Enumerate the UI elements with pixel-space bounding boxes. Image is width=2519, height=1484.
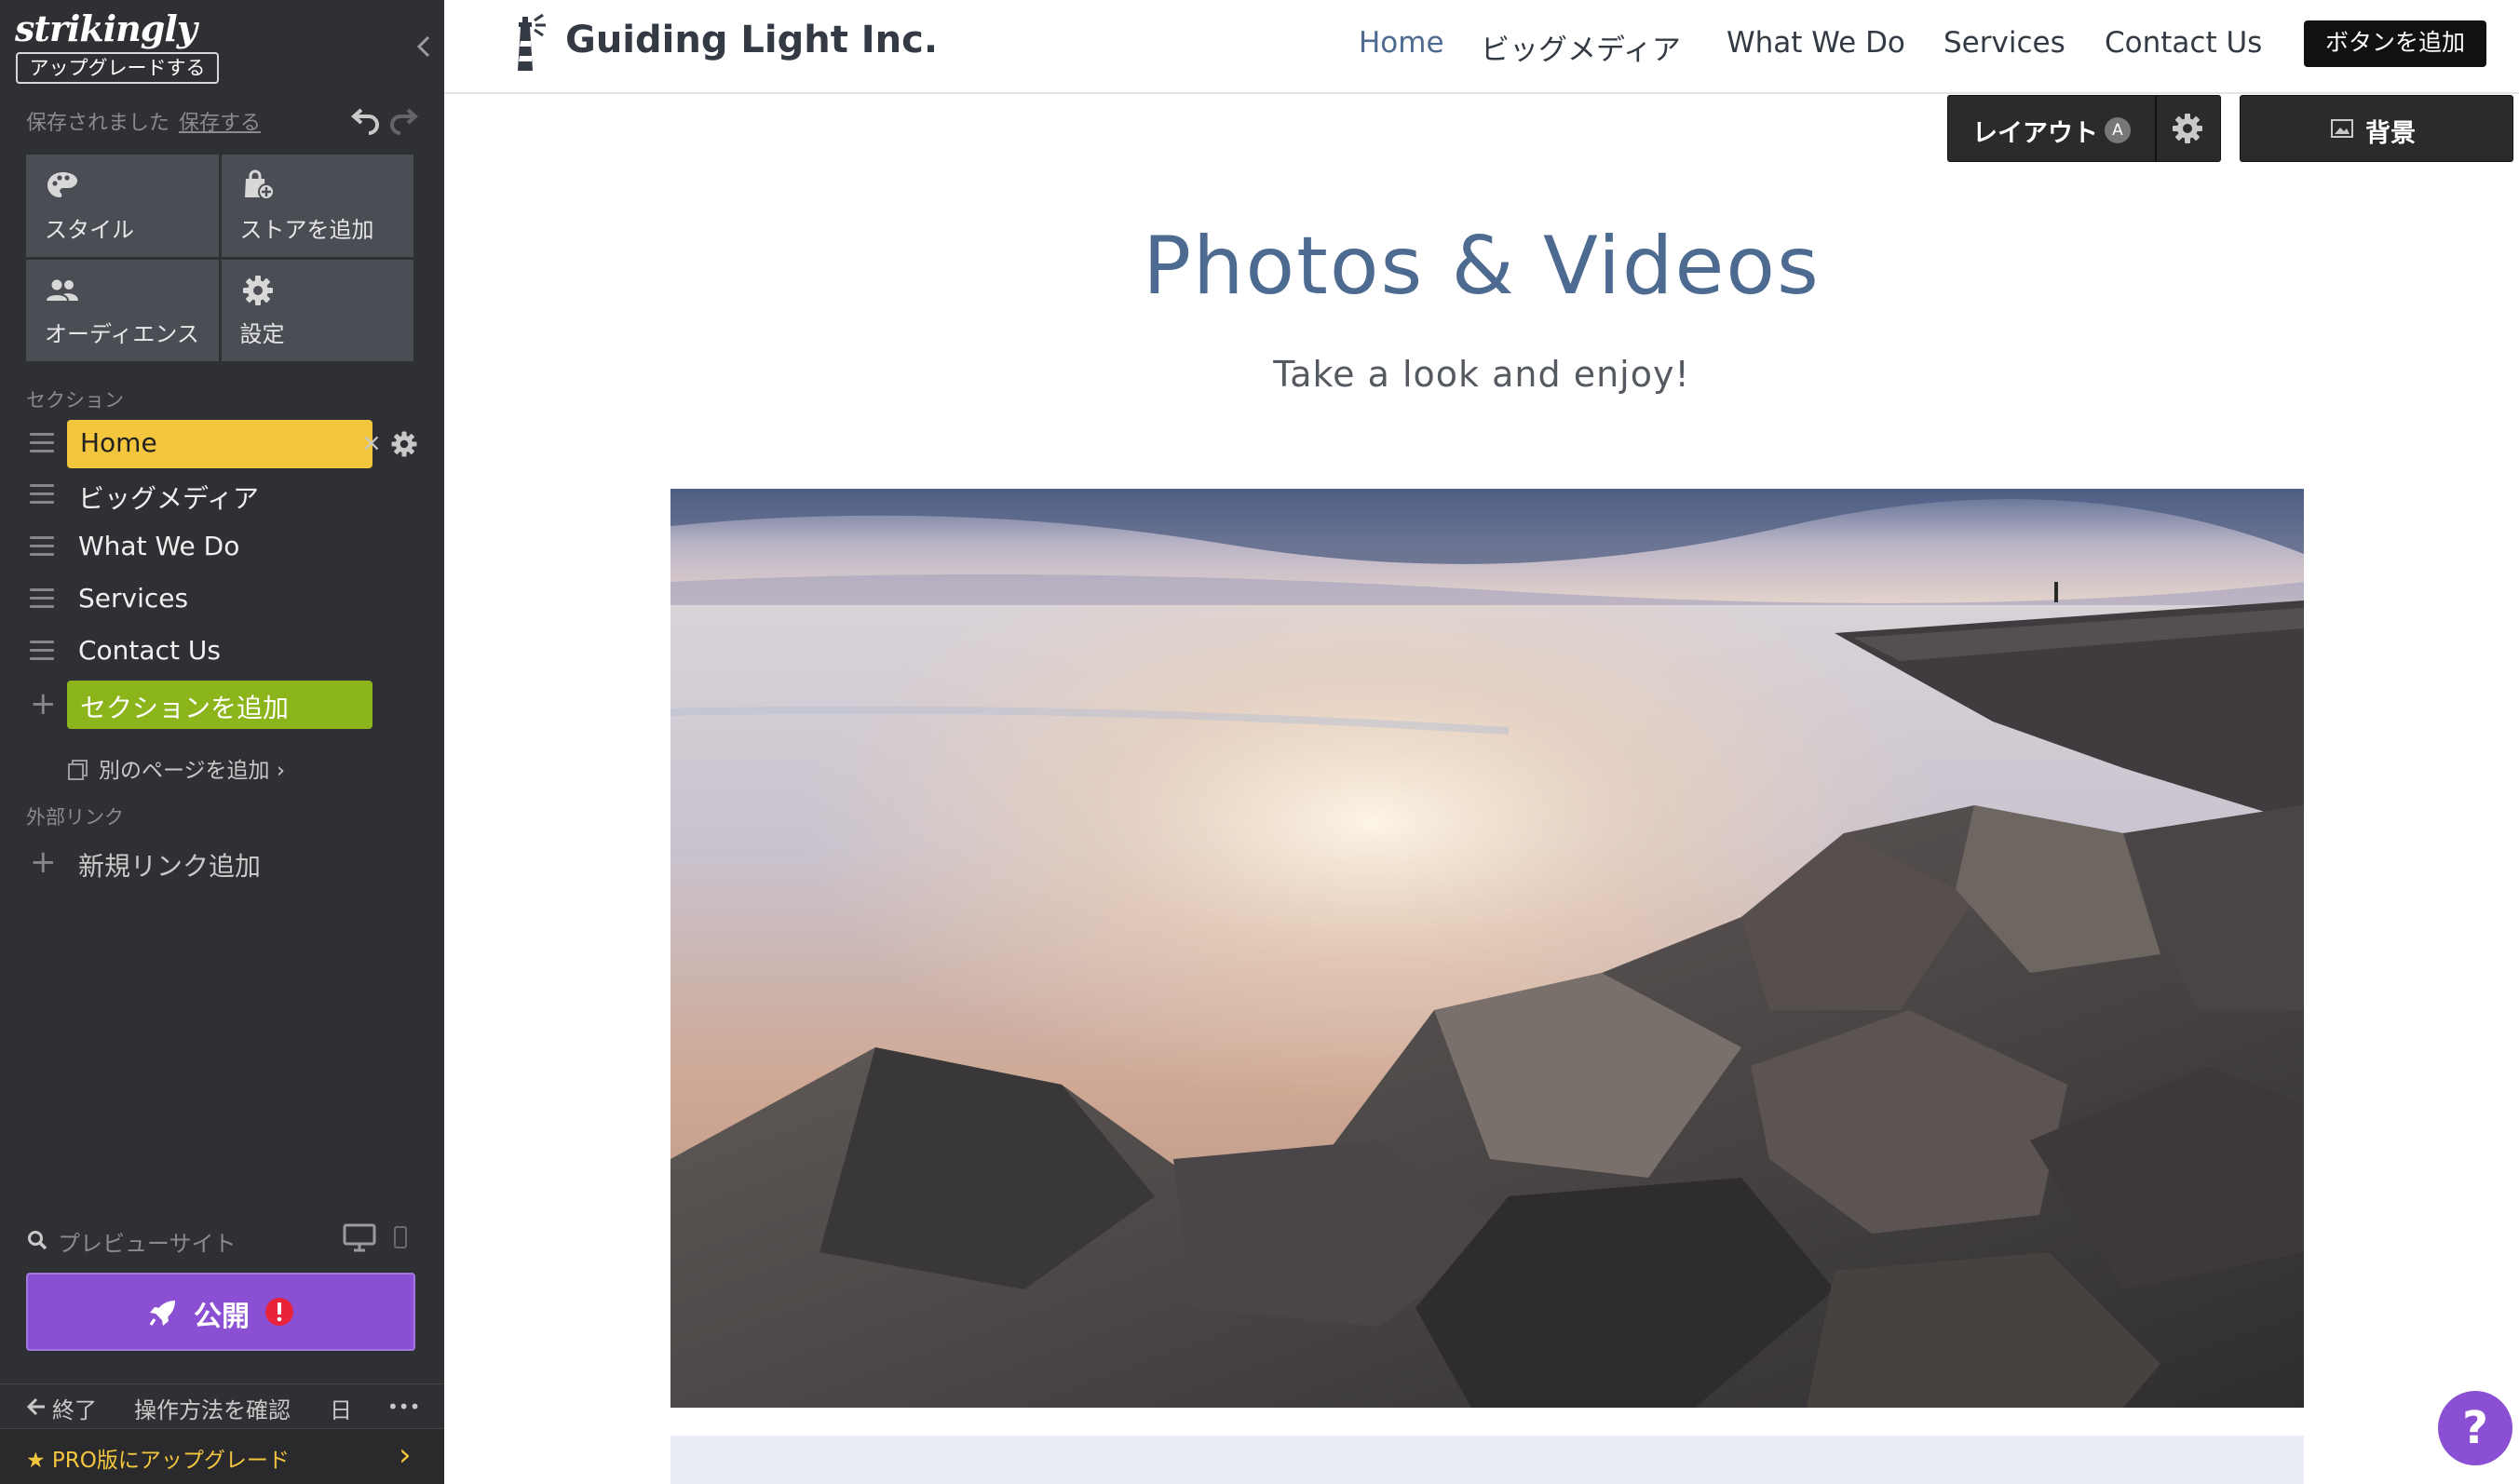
section-item-what-we-do[interactable]: What We Do — [26, 523, 417, 572]
drag-handle-icon[interactable] — [30, 588, 54, 609]
image-icon — [2331, 119, 2353, 138]
settings-label: 設定 — [239, 321, 285, 347]
help-link[interactable]: 操作方法を確認 — [134, 1392, 291, 1424]
add-store-label: ストアを追加 — [239, 216, 374, 243]
section-item-home[interactable]: Home × — [26, 420, 417, 468]
plus-icon: + — [30, 685, 57, 722]
section-item-contact-us[interactable]: Contact Us — [26, 627, 417, 676]
section-title[interactable]: Photos & Videos — [444, 220, 2519, 313]
more-options-icon[interactable]: ••• — [387, 1396, 420, 1418]
section-label: ビッグメディア — [78, 483, 260, 514]
drag-handle-icon[interactable] — [30, 433, 54, 453]
mobile-icon[interactable] — [393, 1225, 408, 1249]
section-settings-icon[interactable] — [389, 429, 419, 459]
publish-button[interactable]: 公開 — [26, 1273, 415, 1351]
undo-icon[interactable] — [350, 104, 382, 136]
nav-link-what-we-do[interactable]: What We Do — [1727, 26, 1905, 60]
redo-icon[interactable] — [387, 104, 419, 136]
gear-icon — [242, 275, 273, 305]
chevron-right-icon: › — [399, 1437, 412, 1474]
add-page-link[interactable]: 別のページを追加 › — [67, 752, 285, 784]
collapse-sidebar-icon[interactable] — [410, 28, 436, 65]
section-item-big-media[interactable]: ビッグメディア — [26, 471, 417, 519]
search-icon — [28, 1231, 47, 1250]
tool-tiles: スタイル ストアを追加 オーディエンス 設定 — [26, 155, 413, 361]
upgrade-button[interactable]: アップグレードする — [16, 52, 219, 84]
section-label: What We Do — [78, 531, 240, 561]
background-button[interactable]: 背景 — [2240, 95, 2513, 162]
gallery-thumbnail-strip — [670, 1436, 2304, 1484]
store-bag-icon — [244, 169, 275, 200]
rocket-icon — [149, 1301, 175, 1326]
pages-icon — [68, 760, 88, 780]
site-navbar: Guiding Light Inc. Home ビッグメディア What We … — [444, 0, 2519, 94]
drag-handle-icon[interactable] — [30, 484, 54, 505]
publish-label: 公開 — [194, 1301, 250, 1333]
add-link-row[interactable]: + 新規リンク追加 — [26, 839, 417, 887]
add-section-label: セクションを追加 — [80, 693, 290, 723]
add-button-button[interactable]: ボタンを追加 — [2304, 20, 2486, 67]
palette-icon — [47, 172, 77, 197]
layout-label: レイアウト — [1972, 119, 2098, 148]
preview-site-label: プレビューサイト — [58, 1231, 237, 1257]
delete-section-icon[interactable]: × — [361, 429, 382, 457]
editor-sidebar: strikingly アップグレードする 保存されました 保存する スタイル スト… — [0, 0, 444, 1484]
layout-button[interactable]: レイアウト A — [1947, 95, 2221, 162]
audience-label: オーディエンス — [45, 321, 199, 347]
drag-handle-icon[interactable] — [30, 641, 54, 661]
divider — [2155, 96, 2157, 161]
exit-link[interactable]: 終了 — [52, 1392, 97, 1424]
drag-handle-icon[interactable] — [30, 536, 54, 557]
saved-text: 保存されました — [26, 112, 170, 135]
layout-variant-badge: A — [2105, 117, 2131, 143]
save-link[interactable]: 保存する — [179, 112, 261, 135]
section-label: Contact Us — [78, 635, 221, 666]
save-status: 保存されました 保存する — [26, 106, 261, 136]
gallery-photo[interactable] — [670, 489, 2304, 1408]
sidebar-footer: 終了 操作方法を確認 日 ••• — [0, 1383, 444, 1426]
site-brand-name[interactable]: Guiding Light Inc. — [565, 19, 938, 61]
arrow-left-icon — [26, 1397, 45, 1416]
lighthouse-logo-icon — [518, 13, 546, 71]
add-link-label: 新規リンク追加 — [78, 851, 262, 882]
section-subtitle[interactable]: Take a look and enjoy! — [444, 354, 2519, 395]
desktop-icon[interactable] — [343, 1223, 376, 1253]
add-page-label: 別のページを追加 › — [99, 759, 286, 783]
nav-link-contact-us[interactable]: Contact Us — [2105, 26, 2262, 60]
sections-heading: セクション — [26, 389, 124, 411]
preview-site-row[interactable]: プレビューサイト — [26, 1221, 417, 1259]
alert-icon — [265, 1298, 293, 1326]
strikingly-logo: strikingly — [15, 7, 197, 49]
audience-tile[interactable]: オーディエンス — [26, 259, 219, 361]
add-store-tile[interactable]: ストアを追加 — [221, 155, 413, 257]
nav-link-big-media[interactable]: ビッグメディア — [1481, 26, 1681, 68]
language-toggle[interactable]: 日 — [330, 1392, 352, 1424]
section-label: Home — [80, 427, 157, 458]
style-tile[interactable]: スタイル — [26, 155, 219, 257]
background-label: 背景 — [2365, 119, 2416, 148]
section-label: Services — [78, 583, 189, 614]
nav-link-home[interactable]: Home — [1359, 26, 1444, 60]
pro-upgrade-bar[interactable]: ★ PRO版にアップグレード › — [0, 1428, 444, 1484]
plus-icon: + — [30, 843, 57, 881]
section-gear-icon[interactable] — [2170, 111, 2205, 146]
section-item-services[interactable]: Services — [26, 575, 417, 624]
add-section-row[interactable]: + セクションを追加 — [26, 681, 417, 729]
style-label: スタイル — [45, 216, 134, 243]
external-links-heading: 外部リンク — [26, 806, 124, 829]
help-question-icon[interactable]: ? — [2438, 1391, 2512, 1465]
pro-upgrade-label: ★ PRO版にアップグレード — [26, 1449, 290, 1473]
audience-icon — [47, 279, 78, 301]
settings-tile[interactable]: 設定 — [221, 259, 413, 361]
nav-link-services[interactable]: Services — [1943, 26, 2065, 60]
